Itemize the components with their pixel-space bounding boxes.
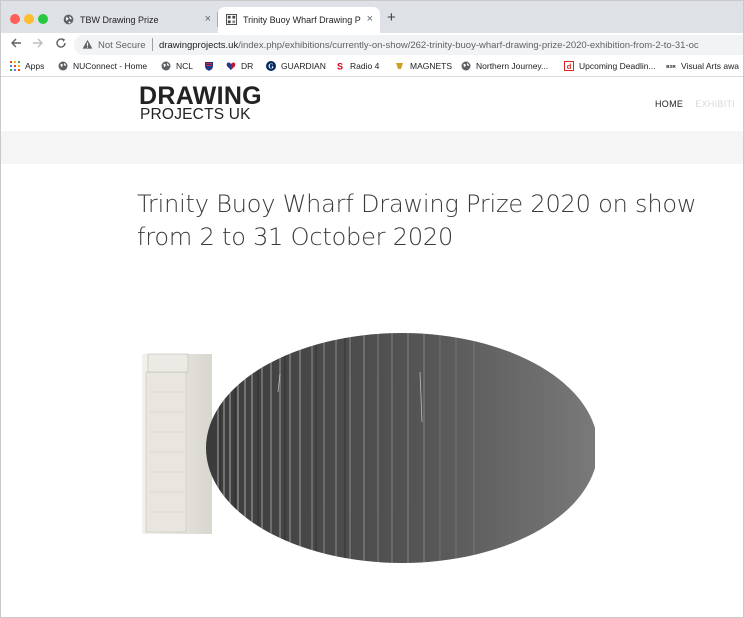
bookmark-label: NUConnect - Home — [73, 61, 148, 71]
url-text: drawingprojects.uk/index.php/exhibitions… — [159, 40, 699, 51]
minimize-window-button[interactable] — [24, 14, 34, 24]
globe-icon — [58, 61, 68, 71]
bookmark-dr[interactable]: DR — [226, 61, 253, 73]
site-nav: HOME EXHIBITI — [655, 99, 735, 109]
bookmark-label: GUARDIAN — [281, 61, 326, 71]
web-page: DRAWING PROJECTS UK HOME EXHIBITI Trinity… — [1, 78, 743, 617]
bookmark-upcoming-deadlines[interactable]: d Upcoming Deadlin... — [564, 61, 656, 73]
bookmark-label: DR — [241, 61, 254, 71]
globe-icon — [461, 61, 471, 71]
bookmarks-bar: Apps NUConnect - Home NCL DR G GUARDIAN S… — [1, 57, 743, 77]
bookmark-magnets[interactable]: MAGNETS — [395, 61, 452, 73]
bookmark-label: Visual Arts awa — [681, 61, 739, 71]
bookmark-guardian[interactable]: G GUARDIAN — [266, 61, 326, 73]
magnet-icon — [396, 63, 403, 69]
browser-window: TBW Drawing Prize × Trinity Buoy Wharf D… — [0, 0, 744, 618]
bookmark-label: Northern Journey... — [476, 61, 549, 71]
not-secure-label: Not Secure — [98, 40, 146, 51]
new-tab-button[interactable]: + — [387, 10, 396, 25]
bookmark-label: Radio 4 — [350, 61, 380, 71]
bookmark-label: NCL — [176, 61, 194, 71]
warning-info-icon[interactable] — [82, 39, 93, 50]
back-arrow-icon[interactable] — [10, 37, 22, 49]
apps-grid-icon — [10, 61, 20, 71]
bookmark-label: Upcoming Deadlin... — [579, 61, 656, 71]
bookmark-ncl[interactable]: NCL — [161, 61, 193, 73]
maximize-window-button[interactable] — [38, 14, 48, 24]
logo-line-1: DRAWING — [139, 82, 262, 110]
address-bar[interactable]: Not Secure drawingprojects.uk/index.php/… — [74, 35, 743, 55]
url-path: /index.php/exhibitions/currently-on-show… — [238, 40, 699, 51]
shield-crest-icon — [205, 62, 213, 71]
bookmark-apps[interactable]: Apps — [10, 61, 44, 73]
artwork-image — [142, 333, 595, 563]
close-tab-icon[interactable]: × — [205, 13, 211, 25]
svg-text:BSR: BSR — [666, 64, 676, 69]
bookmark-nuconnect[interactable]: NUConnect - Home — [58, 61, 147, 73]
document-icon: d — [564, 61, 574, 71]
nav-home-link[interactable]: HOME — [655, 99, 683, 109]
heart-icon — [226, 62, 236, 70]
article-title: Trinity Buoy Wharf Drawing Prize 2020 on… — [137, 190, 697, 251]
svg-text:d: d — [567, 62, 572, 71]
site-header: DRAWING PROJECTS UK HOME EXHIBITI — [1, 78, 743, 131]
globe-icon — [63, 14, 74, 25]
svg-text:G: G — [268, 63, 274, 71]
close-window-button[interactable] — [10, 14, 20, 24]
address-divider — [152, 38, 153, 51]
tab-strip: TBW Drawing Prize × Trinity Buoy Wharf D… — [1, 1, 743, 33]
tab-title: Trinity Buoy Wharf Drawing Pri — [243, 15, 361, 25]
browser-toolbar: Not Secure drawingprojects.uk/index.php/… — [1, 33, 743, 57]
close-tab-icon[interactable]: × — [367, 13, 373, 25]
header-band — [1, 131, 743, 164]
tab-tbw-drawing-prize[interactable]: TBW Drawing Prize × — [55, 7, 218, 33]
forward-arrow-icon[interactable] — [32, 37, 44, 49]
site-favicon-icon — [226, 14, 237, 25]
globe-icon — [161, 61, 171, 71]
bookmark-label: Apps — [25, 61, 45, 71]
tab-trinity-buoy-wharf[interactable]: Trinity Buoy Wharf Drawing Pri × — [218, 7, 380, 33]
bookmark-label: MAGNETS — [410, 61, 453, 71]
reload-icon[interactable] — [55, 37, 67, 49]
bookmark-northern-journey[interactable]: Northern Journey... — [461, 61, 548, 73]
tab-title: TBW Drawing Prize — [80, 15, 159, 25]
bookmark-visual-arts[interactable]: BSR Visual Arts awa — [666, 61, 739, 73]
bsr-icon: BSR — [666, 64, 676, 69]
svg-text:S: S — [337, 62, 343, 72]
logo-line-2: PROJECTS UK — [140, 106, 251, 123]
bookmark-crest[interactable] — [204, 61, 219, 73]
radio-icon: S — [335, 61, 345, 71]
nav-exhibitions-link[interactable]: EXHIBITI — [695, 99, 735, 109]
url-domain: drawingprojects.uk — [159, 40, 239, 51]
site-logo[interactable]: DRAWING PROJECTS UK — [139, 82, 262, 123]
bookmark-radio4[interactable]: S Radio 4 — [335, 61, 379, 73]
guardian-icon: G — [266, 61, 276, 71]
